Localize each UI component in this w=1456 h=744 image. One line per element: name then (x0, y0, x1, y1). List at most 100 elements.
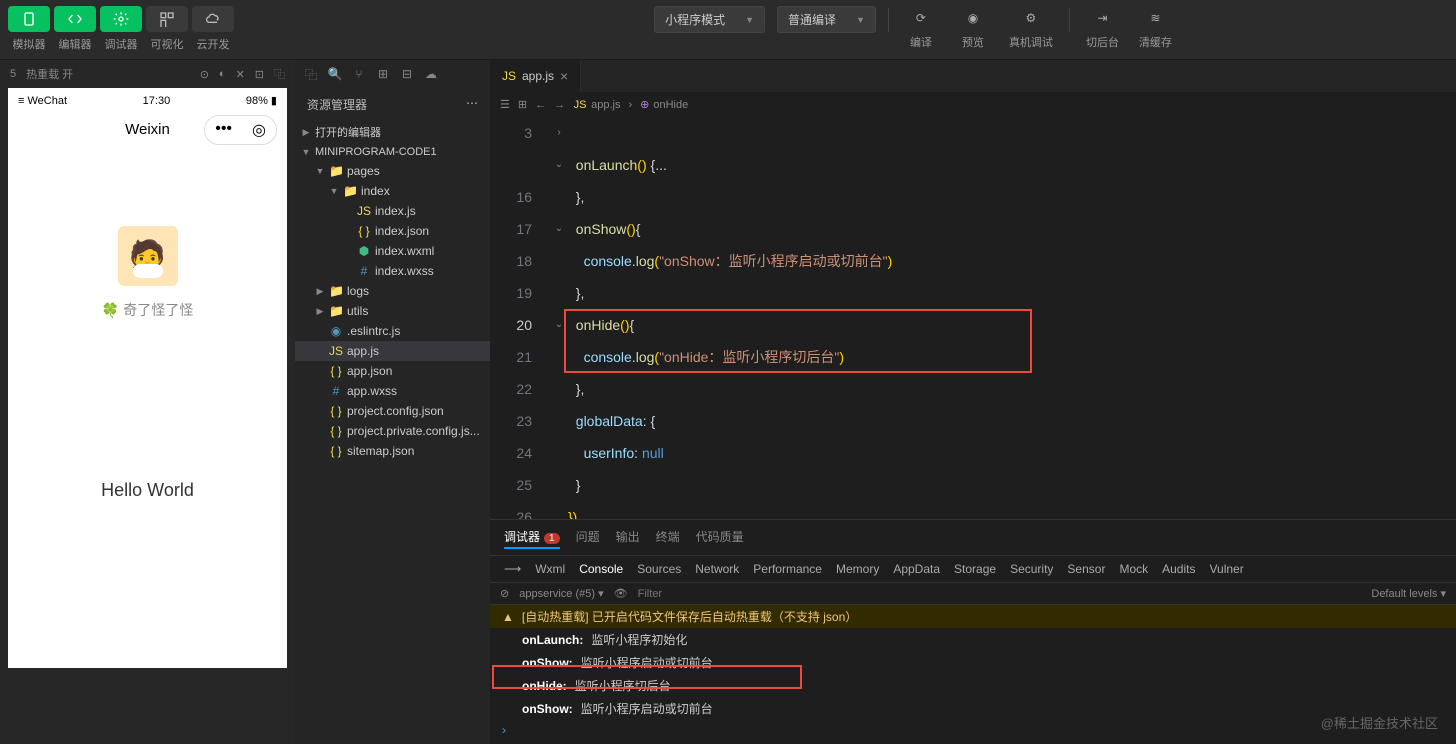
nickname-label: 🍀奇了怪了怪 (102, 300, 193, 320)
console-line: onShow:监听小程序启动或切前台 (490, 697, 1456, 720)
page-indicator: 5 (10, 68, 16, 80)
devtab-vulner[interactable]: Vulner (1209, 562, 1243, 576)
page-title: Weixin (125, 121, 170, 138)
tree-item[interactable]: #app.wxss (295, 381, 490, 401)
tree-item[interactable]: { }app.json (295, 361, 490, 381)
code-editor[interactable]: 31617181920212223242526 ›⌄⌄⌄ onLaunch() … (490, 117, 1456, 519)
breadcrumb-file[interactable]: JSapp.js (573, 99, 620, 111)
devtab-mock[interactable]: Mock (1119, 562, 1148, 576)
search-icon[interactable]: 🔍 (327, 66, 343, 82)
panel-tab-quality[interactable]: 代码质量 (696, 526, 744, 549)
label: 编辑器 (54, 36, 96, 52)
devtab-security[interactable]: Security (1010, 562, 1053, 576)
devtab-wxml[interactable]: Wxml (535, 562, 565, 576)
bottom-panel: 调试器1 问题 输出 终端 代码质量 ⟶ Wxml Console Sources N… (490, 519, 1456, 744)
sim-tool-icon[interactable]: ⿻ (274, 66, 285, 82)
project-root[interactable]: ▼MINIPROGRAM-CODE1 (295, 143, 490, 161)
tree-item[interactable]: { }sitemap.json (295, 441, 490, 461)
devtab-console[interactable]: Console (579, 562, 623, 576)
background-button[interactable]: ⇥切后台 (1082, 6, 1123, 50)
eye-icon[interactable]: 👁 (614, 587, 628, 600)
tree-item[interactable]: JSapp.js (295, 341, 490, 361)
devtab-audits[interactable]: Audits (1162, 562, 1195, 576)
explorer-icon[interactable]: ⿻ (303, 66, 319, 82)
clear-console-icon[interactable]: ⊘ (500, 587, 509, 600)
tree-item[interactable]: ▶📁utils (295, 301, 490, 321)
devtab-appdata[interactable]: AppData (893, 562, 940, 576)
compile-button[interactable]: ⟳编译 (901, 6, 941, 50)
simulator-panel: 5 热重载 开 ⊙ ◐ ✕ ⊡ ⿻ ≡ WeChat 17:30 98% ▮ W… (0, 60, 295, 744)
devtab-storage[interactable]: Storage (954, 562, 996, 576)
simulator-screen: ≡ WeChat 17:30 98% ▮ Weixin •••◎ 🧑 🍀奇了怪了… (8, 88, 287, 668)
capsule-menu[interactable]: •••◎ (204, 115, 277, 145)
close-icon[interactable]: × (560, 68, 568, 84)
panel-tab-debugger[interactable]: 调试器1 (504, 526, 560, 549)
devtab-sensor[interactable]: Sensor (1067, 562, 1105, 576)
explorer-panel: ⿻ 🔍 ⑂ ⊞ ⊟ ☁ 资源管理器 ⋯ ▶打开的编辑器 ▼MINIPROGRAM-… (295, 60, 490, 744)
label: 模拟器 (8, 36, 50, 52)
panel-tab-problems[interactable]: 问题 (576, 526, 600, 549)
bc-icon[interactable]: ⊞ (518, 98, 527, 111)
simulator-toggle[interactable] (8, 6, 50, 32)
panel-tab-output[interactable]: 输出 (616, 526, 640, 549)
console-line: onShow:监听小程序启动或切前台 (490, 651, 1456, 674)
tree-item[interactable]: JSindex.js (295, 201, 490, 221)
branch-icon[interactable]: ⑂ (351, 66, 367, 82)
bc-back-icon[interactable]: ← (535, 99, 546, 111)
bc-icon[interactable]: ☰ (500, 98, 510, 111)
tree-item[interactable]: ◉.eslintrc.js (295, 321, 490, 341)
explorer-title: 资源管理器 (307, 96, 367, 113)
breadcrumb-symbol[interactable]: ⊕onHide (640, 98, 688, 111)
log-levels-select[interactable]: Default levels ▾ (1371, 587, 1446, 600)
tool-icon[interactable]: ⊟ (399, 66, 415, 82)
devtab-sources[interactable]: Sources (637, 562, 681, 576)
hot-reload-label[interactable]: 热重载 开 (26, 66, 73, 82)
devtab-network[interactable]: Network (695, 562, 739, 576)
mode-dropdown[interactable]: 小程序模式▼ (654, 6, 765, 33)
bc-forward-icon[interactable]: → (554, 99, 565, 111)
visualize-toggle[interactable] (146, 6, 188, 32)
tree-item[interactable]: ▶📁logs (295, 281, 490, 301)
tab-app-js[interactable]: JS app.js × (490, 60, 581, 92)
compile-dropdown[interactable]: 普通编译▼ (777, 6, 876, 33)
debugger-toggle[interactable] (100, 6, 142, 32)
avatar[interactable]: 🧑 (118, 226, 178, 286)
more-icon[interactable]: ⋯ (466, 96, 478, 113)
hello-text: Hello World (101, 480, 194, 501)
remote-debug-button[interactable]: ⚙真机调试 (1005, 6, 1057, 50)
preview-button[interactable]: ◉预览 (953, 6, 993, 50)
label: 可视化 (146, 36, 188, 52)
sim-tool-icon[interactable]: ⊙ (200, 68, 209, 81)
devtab-performance[interactable]: Performance (753, 562, 822, 576)
file-tree: ▶打开的编辑器 ▼MINIPROGRAM-CODE1 ▼📁pages▼📁inde… (295, 121, 490, 744)
cloud-dev-toggle[interactable] (192, 6, 234, 32)
filter-input[interactable] (638, 588, 838, 600)
sim-tool-icon[interactable]: ✕ (236, 68, 245, 81)
top-toolbar: 模拟器 编辑器 调试器 可视化 云开发 小程序模式▼ 普通编译▼ ⟳编译 ◉预览… (0, 0, 1456, 60)
console-line: onLaunch:监听小程序初始化 (490, 628, 1456, 651)
editor-area: JS app.js × ☰ ⊞ ← → JSapp.js › ⊕onHide 3… (490, 60, 1456, 744)
panel-tab-terminal[interactable]: 终端 (656, 526, 680, 549)
devtools-icon[interactable]: ⟶ (504, 562, 521, 576)
tree-item[interactable]: ⬢index.wxml (295, 241, 490, 261)
tree-item[interactable]: { }project.config.json (295, 401, 490, 421)
extensions-icon[interactable]: ⊞ (375, 66, 391, 82)
sim-tool-icon[interactable]: ⊡ (255, 68, 264, 81)
battery-label: 98% ▮ (246, 94, 277, 107)
devtab-memory[interactable]: Memory (836, 562, 879, 576)
console-line: onHide:监听小程序切后台 (490, 674, 1456, 697)
open-editors-section[interactable]: ▶打开的编辑器 (295, 121, 490, 143)
editor-toggle[interactable] (54, 6, 96, 32)
label: 调试器 (100, 36, 142, 52)
label: 云开发 (192, 36, 234, 52)
tree-item[interactable]: { }project.private.config.js... (295, 421, 490, 441)
clear-cache-button[interactable]: ≋清缓存 (1135, 6, 1176, 50)
tree-item[interactable]: #index.wxss (295, 261, 490, 281)
tool-icon[interactable]: ☁ (423, 66, 439, 82)
sim-tool-icon[interactable]: ◐ (219, 68, 226, 80)
tree-item[interactable]: ▼📁pages (295, 161, 490, 181)
watermark: @稀土掘金技术社区 (1321, 713, 1438, 732)
context-select[interactable]: appservice (#5) ▾ (519, 587, 603, 600)
tree-item[interactable]: ▼📁index (295, 181, 490, 201)
tree-item[interactable]: { }index.json (295, 221, 490, 241)
